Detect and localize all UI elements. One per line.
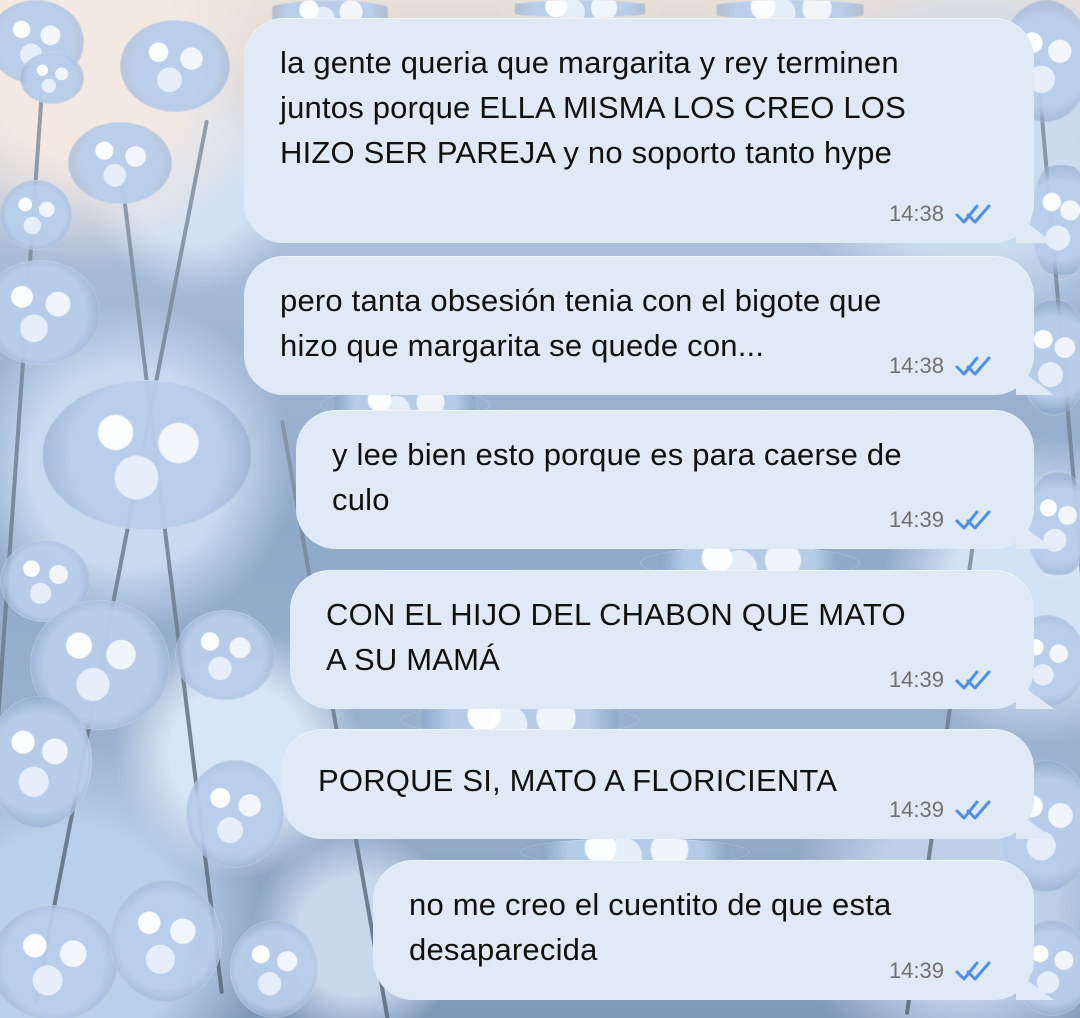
- message-text: y lee bien esto porque es para caerse de…: [332, 437, 902, 517]
- message-time: 14:38: [888, 353, 944, 378]
- double-check-icon: [955, 510, 991, 530]
- outgoing-message-2[interactable]: pero tanta obsesión tenia con el bigote …: [244, 256, 1034, 395]
- chat-thread: la gente queria que margarita y rey term…: [0, 0, 1080, 1018]
- double-check-icon: [955, 356, 991, 376]
- double-check-icon: [955, 204, 991, 224]
- outgoing-message-1[interactable]: la gente queria que margarita y rey term…: [244, 18, 1034, 243]
- message-meta: 14:38: [889, 355, 992, 377]
- message-meta: 14:39: [889, 960, 992, 982]
- message-meta: 14:39: [889, 509, 992, 531]
- double-check-icon: [955, 961, 991, 981]
- message-time: 14:39: [888, 507, 944, 532]
- message-text: CON EL HIJO DEL CHABON QUE MATO A SU MAM…: [326, 597, 906, 677]
- message-text: PORQUE SI, MATO A FLORICIENTA: [318, 763, 838, 798]
- outgoing-message-4[interactable]: CON EL HIJO DEL CHABON QUE MATO A SU MAM…: [290, 570, 1034, 709]
- message-time: 14:39: [888, 958, 944, 983]
- double-check-icon: [955, 670, 991, 690]
- message-time: 14:39: [888, 797, 944, 822]
- message-text: la gente queria que margarita y rey term…: [280, 45, 906, 170]
- message-meta: 14:39: [889, 799, 992, 821]
- double-check-icon: [955, 800, 991, 820]
- message-text: no me creo el cuentito de que esta desap…: [409, 887, 892, 967]
- message-time: 14:38: [888, 201, 944, 226]
- outgoing-message-5[interactable]: PORQUE SI, MATO A FLORICIENTA 14:39: [282, 729, 1034, 839]
- message-meta: 14:39: [889, 669, 992, 691]
- message-meta: 14:38: [889, 203, 992, 225]
- message-text: pero tanta obsesión tenia con el bigote …: [280, 283, 882, 363]
- message-time: 14:39: [888, 667, 944, 692]
- outgoing-message-6[interactable]: no me creo el cuentito de que esta desap…: [373, 860, 1034, 1000]
- outgoing-message-3[interactable]: y lee bien esto porque es para caerse de…: [296, 410, 1034, 549]
